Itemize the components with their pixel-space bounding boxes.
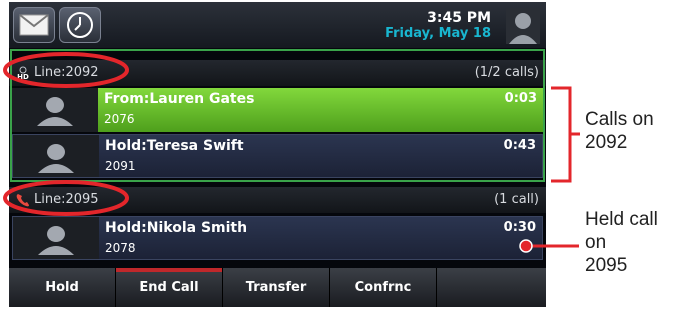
annotation-text: Calls on <box>585 109 654 130</box>
annotation-layer <box>3 52 580 253</box>
calls-bracket <box>551 86 572 183</box>
annotation-text: 2092 <box>585 132 628 153</box>
annotation-held-call: Held call on 2095 <box>585 208 658 277</box>
annotation-text: on <box>585 232 607 253</box>
highlight-circle-line-2095 <box>3 180 129 216</box>
held-call-pointer-dot <box>519 239 533 253</box>
annotation-text: Held call <box>585 209 658 230</box>
annotation-text: 2095 <box>585 255 628 276</box>
annotation-calls-on-line: Calls on 2092 <box>585 108 654 154</box>
highlight-circle-line-2092 <box>3 52 129 88</box>
